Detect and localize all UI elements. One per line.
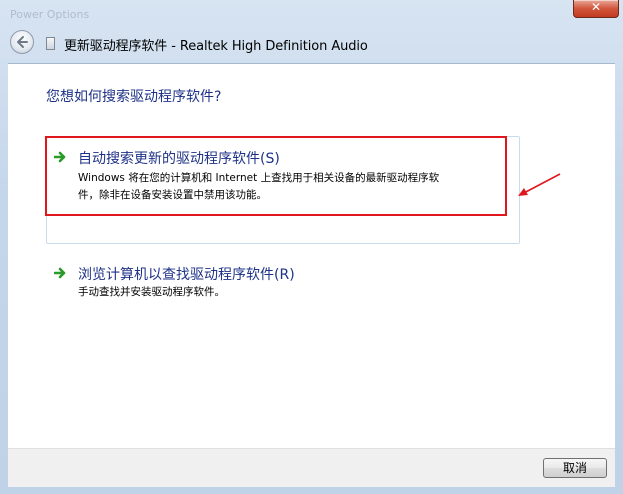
close-button[interactable]: ✕: [573, 0, 619, 18]
dialog-footer: 取消: [8, 448, 615, 487]
window-frame: Power Options ✕ 更新驱动程序软件 - Realtek High …: [0, 0, 623, 494]
option-browse-title[interactable]: 浏览计算机以查找驱动程序软件(R): [78, 264, 295, 284]
option-browse-description: 手动查找并安装驱动程序软件。: [78, 286, 225, 298]
device-icon: [46, 37, 55, 50]
red-pointer-arrow-icon: [518, 173, 561, 196]
background-window-title: Power Options: [10, 8, 90, 21]
red-highlight-box: [45, 136, 507, 216]
back-arrow-icon: [17, 36, 28, 48]
dialog-question: 您想如何搜索驱动程序软件?: [46, 89, 222, 105]
green-arrow-icon: [54, 267, 66, 279]
dialog-content: 您想如何搜索驱动程序软件? 自动搜索更新的驱动程序软件(S) Windows 将…: [8, 63, 615, 449]
option-browse-computer[interactable]: 浏览计算机以查找驱动程序软件(R) 手动查找并安装驱动程序软件。: [48, 258, 508, 302]
back-button[interactable]: [10, 30, 34, 54]
window-title: 更新驱动程序软件 - Realtek High Definition Audio: [64, 39, 368, 54]
cancel-button[interactable]: 取消: [543, 458, 607, 478]
